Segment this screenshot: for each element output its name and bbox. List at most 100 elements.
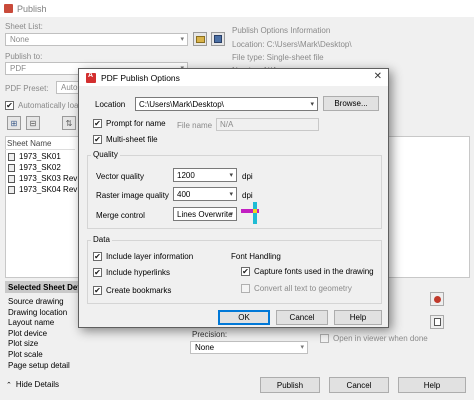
include-hyperlinks-label: Include hyperlinks <box>106 268 171 277</box>
add-sheets-button[interactable]: ⊞ <box>7 116 21 130</box>
detail-drawing-location: Drawing location <box>8 307 68 317</box>
precision-value: None <box>195 343 215 352</box>
detail-plot-scale: Plot scale <box>8 349 43 359</box>
data-group-title: Data <box>91 235 112 244</box>
publish-button[interactable]: Publish <box>260 377 320 393</box>
add-sheets-icon: ⊞ <box>10 118 18 128</box>
publish-to-value: PDF <box>10 64 26 73</box>
file-name-input[interactable]: N/A <box>216 118 319 131</box>
publish-help-button[interactable]: Help <box>398 377 466 393</box>
sheet-list-label: Sheet List: <box>5 22 43 31</box>
publish-window-titlebar: Publish <box>0 0 474 17</box>
vector-quality-value: 1200 <box>177 170 195 180</box>
sheet-row[interactable]: 1973_SK02 <box>8 163 61 172</box>
prompt-for-name-checkbox[interactable]: ✔ <box>93 119 102 128</box>
chevron-down-icon: ▾ <box>229 172 233 179</box>
multi-sheet-checkbox[interactable]: ✔ <box>93 135 102 144</box>
sheet-row[interactable]: 1973_SK03 Rev C <box>8 174 85 183</box>
stamp-icon <box>433 295 441 303</box>
load-sheet-list-button[interactable] <box>193 32 207 46</box>
merge-control-select[interactable]: Lines Overwrite ▾ <box>173 207 237 221</box>
convert-text-checkbox[interactable] <box>241 284 250 293</box>
create-bookmarks-label: Create bookmarks <box>106 286 172 295</box>
location-select[interactable]: C:\Users\Mark\Desktop\ ▾ <box>135 97 318 111</box>
detail-layout-name: Layout name <box>8 318 55 328</box>
multi-sheet-row[interactable]: ✔ Multi-sheet file <box>93 135 158 144</box>
location-label: Location <box>95 100 126 109</box>
save-icon <box>214 35 222 43</box>
capture-fonts-label: Capture fonts used in the drawing <box>254 267 374 276</box>
sheet-list-value: None <box>10 35 30 44</box>
details-list: Source drawing Drawing location Layout n… <box>8 297 70 371</box>
include-layer-row[interactable]: ✔ Include layer information <box>93 252 193 261</box>
hide-details-button[interactable]: ⌃ Hide Details <box>6 380 59 389</box>
publish-to-label: Publish to: <box>5 52 43 61</box>
capture-fonts-checkbox[interactable]: ✔ <box>241 267 250 276</box>
multi-sheet-label: Multi-sheet file <box>106 135 158 144</box>
sheet-row[interactable]: 1973_SK04 Rev C <box>8 185 85 194</box>
browse-button[interactable]: Browse... <box>323 96 379 111</box>
chevron-down-icon: ▾ <box>310 101 314 108</box>
include-layer-label: Include layer information <box>106 252 194 261</box>
include-layer-checkbox[interactable]: ✔ <box>93 252 102 261</box>
raster-quality-value: 400 <box>177 189 191 199</box>
create-bookmarks-checkbox[interactable]: ✔ <box>93 286 102 295</box>
merge-control-label: Merge control <box>96 211 145 220</box>
sheet-row[interactable]: 1973_SK01 <box>8 152 61 161</box>
convert-text-row[interactable]: Convert all text to geometry <box>241 284 352 293</box>
detail-page-setup: Page setup detail <box>8 360 70 370</box>
move-sheet-icon: ⇅ <box>65 118 73 128</box>
header-divider <box>5 149 75 150</box>
capture-fonts-row[interactable]: ✔ Capture fonts used in the drawing <box>241 267 374 276</box>
chevron-down-icon: ▾ <box>180 36 184 43</box>
publish-cancel-button[interactable]: Cancel <box>329 377 389 393</box>
publish-app-icon <box>4 4 13 13</box>
sheet-layout-icon <box>8 163 15 172</box>
chevron-down-icon: ▾ <box>300 344 304 351</box>
info-file-type: File type: Single-sheet file <box>232 53 324 62</box>
move-sheet-button[interactable]: ⇅ <box>62 116 76 130</box>
include-hyperlinks-checkbox[interactable]: ✔ <box>93 268 102 277</box>
sheet-layout-icon <box>8 174 15 183</box>
open-viewer-label: Open in viewer when done <box>333 334 428 343</box>
pdf-icon: A <box>86 72 96 83</box>
stamp-settings-button[interactable] <box>430 292 444 306</box>
pdf-publish-options-dialog: A PDF Publish Options ✕ Location C:\User… <box>78 68 389 328</box>
sheet-name-column-header[interactable]: Sheet Name <box>7 139 51 148</box>
publish-window-title: Publish <box>17 3 47 14</box>
dialog-help-button[interactable]: Help <box>334 310 382 325</box>
chevron-down-icon: ▾ <box>229 191 233 198</box>
vector-quality-select[interactable]: 1200 ▾ <box>173 168 237 182</box>
page-setup-button[interactable] <box>430 315 444 329</box>
precision-select[interactable]: None ▾ <box>190 341 308 354</box>
sheet-name: 1973_SK02 <box>19 163 61 172</box>
selected-details-title: Selected Sheet Deta <box>5 281 81 293</box>
merge-lines-preview-icon <box>241 202 263 224</box>
dialog-cancel-button[interactable]: Cancel <box>276 310 328 325</box>
remove-sheets-button[interactable]: ⊟ <box>26 116 40 130</box>
raster-quality-select[interactable]: 400 ▾ <box>173 187 237 201</box>
detail-plot-size: Plot size <box>8 339 39 349</box>
sheet-layout-icon <box>8 185 15 194</box>
save-sheet-list-button[interactable] <box>211 32 225 46</box>
dialog-titlebar: A PDF Publish Options ✕ <box>79 69 388 86</box>
chevron-up-icon: ⌃ <box>6 381 12 389</box>
location-value: C:\Users\Mark\Desktop\ <box>139 99 224 109</box>
convert-text-label: Convert all text to geometry <box>254 284 352 293</box>
publish-options-info-title: Publish Options Information <box>232 26 331 35</box>
sheet-list-select[interactable]: None ▾ <box>5 33 188 46</box>
open-viewer-checkbox[interactable] <box>320 334 329 343</box>
create-bookmarks-row[interactable]: ✔ Create bookmarks <box>93 286 171 295</box>
precision-label: Precision: <box>192 330 228 339</box>
close-icon[interactable]: ✕ <box>374 71 382 82</box>
auto-load-checkbox[interactable]: ✔ <box>5 101 14 110</box>
info-location: Location: C:\Users\Mark\Desktop\ <box>232 40 352 49</box>
ok-button[interactable]: OK <box>218 310 270 325</box>
prompt-for-name-row[interactable]: ✔ Prompt for name <box>93 119 166 128</box>
sheet-name: 1973_SK03 Rev C <box>19 174 86 183</box>
remove-sheets-icon: ⊟ <box>29 118 37 128</box>
folder-open-icon <box>195 35 205 43</box>
open-viewer-row[interactable]: Open in viewer when done <box>320 334 428 343</box>
raster-dpi-unit: dpi <box>242 191 253 200</box>
include-hyperlinks-row[interactable]: ✔ Include hyperlinks <box>93 268 170 277</box>
